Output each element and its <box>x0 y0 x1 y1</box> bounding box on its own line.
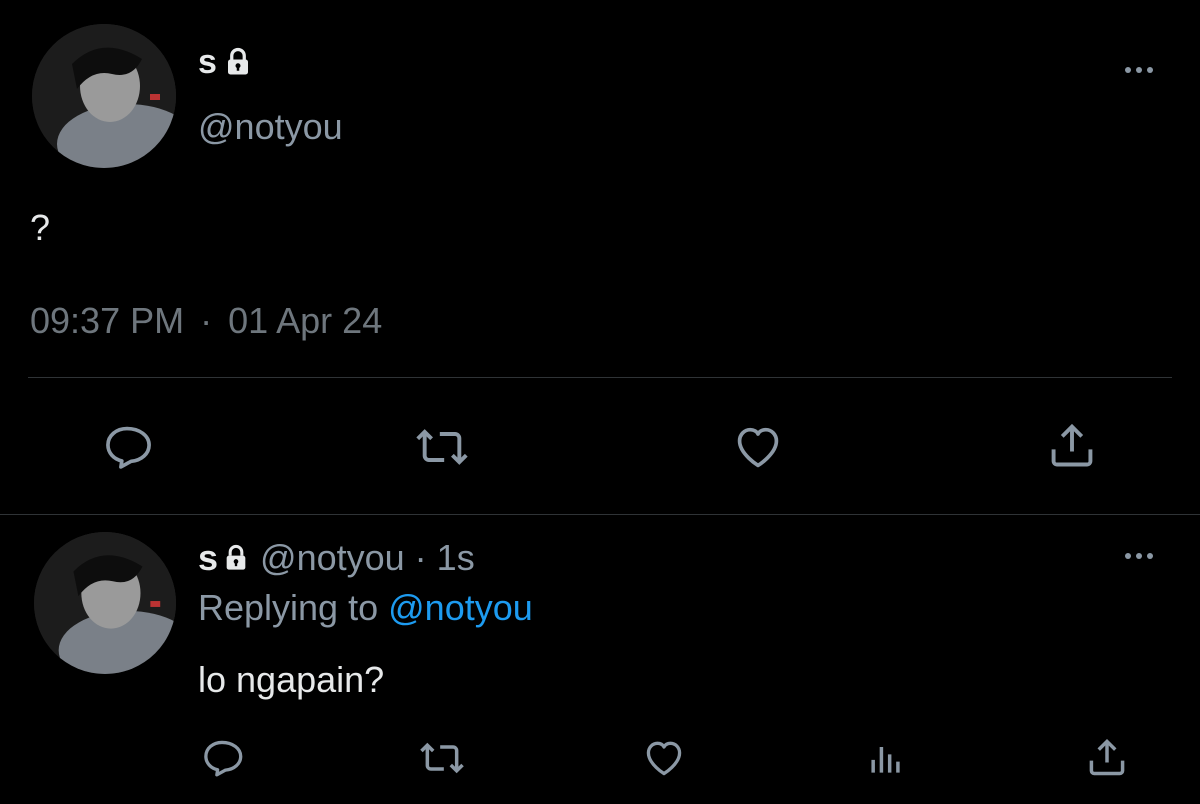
reply-icon <box>204 740 243 777</box>
author-handle[interactable]: @notyou <box>260 537 405 579</box>
like-button[interactable] <box>641 736 687 780</box>
display-name[interactable]: s <box>198 537 218 579</box>
views-button[interactable] <box>864 736 908 780</box>
reply-button[interactable] <box>101 421 153 473</box>
analytics-icon <box>871 747 900 773</box>
heart-icon <box>737 427 779 468</box>
tweet-text: ? <box>30 207 51 248</box>
avatar-photo <box>34 532 176 674</box>
author-handle[interactable]: @notyou <box>198 106 343 148</box>
reply-icon <box>106 426 151 469</box>
retweet-icon <box>416 429 468 465</box>
reply-button[interactable] <box>200 736 244 780</box>
separator: · <box>414 537 427 578</box>
separator: · <box>200 300 213 341</box>
display-name[interactable]: s <box>198 43 217 82</box>
share-button[interactable] <box>1046 419 1098 471</box>
share-icon <box>1051 423 1093 467</box>
divider <box>28 377 1172 378</box>
replying-to: Replying to @notyou <box>198 587 533 629</box>
lock-icon <box>227 47 248 75</box>
heart-icon <box>646 741 682 776</box>
reply-header: s @notyou · 1s <box>198 536 475 580</box>
tweet-date: 01 Apr 24 <box>228 300 383 341</box>
like-button[interactable] <box>730 421 786 473</box>
tweet-time: 09:37 PM <box>30 300 185 341</box>
lock-icon <box>226 544 246 570</box>
tweet-text: lo ngapain? <box>198 659 385 700</box>
more-options-button[interactable] <box>1125 553 1153 559</box>
author-name-row: s <box>198 43 253 82</box>
avatar[interactable] <box>32 24 176 168</box>
avatar-photo <box>32 24 176 168</box>
more-icon <box>1125 67 1131 73</box>
share-button[interactable] <box>1085 735 1129 779</box>
avatar[interactable] <box>34 532 176 674</box>
timestamp[interactable]: 09:37 PM · 01 Apr 24 <box>30 300 382 342</box>
more-icon <box>1125 553 1131 559</box>
retweet-button[interactable] <box>413 421 471 473</box>
section-divider <box>0 514 1200 515</box>
replying-prefix: Replying to <box>198 587 379 628</box>
retweet-button[interactable] <box>417 736 467 780</box>
share-icon <box>1089 738 1125 776</box>
more-options-button[interactable] <box>1125 67 1153 73</box>
tweet-age[interactable]: 1s <box>437 537 475 579</box>
mention-link[interactable]: @notyou <box>388 587 533 628</box>
retweet-icon <box>420 742 464 774</box>
